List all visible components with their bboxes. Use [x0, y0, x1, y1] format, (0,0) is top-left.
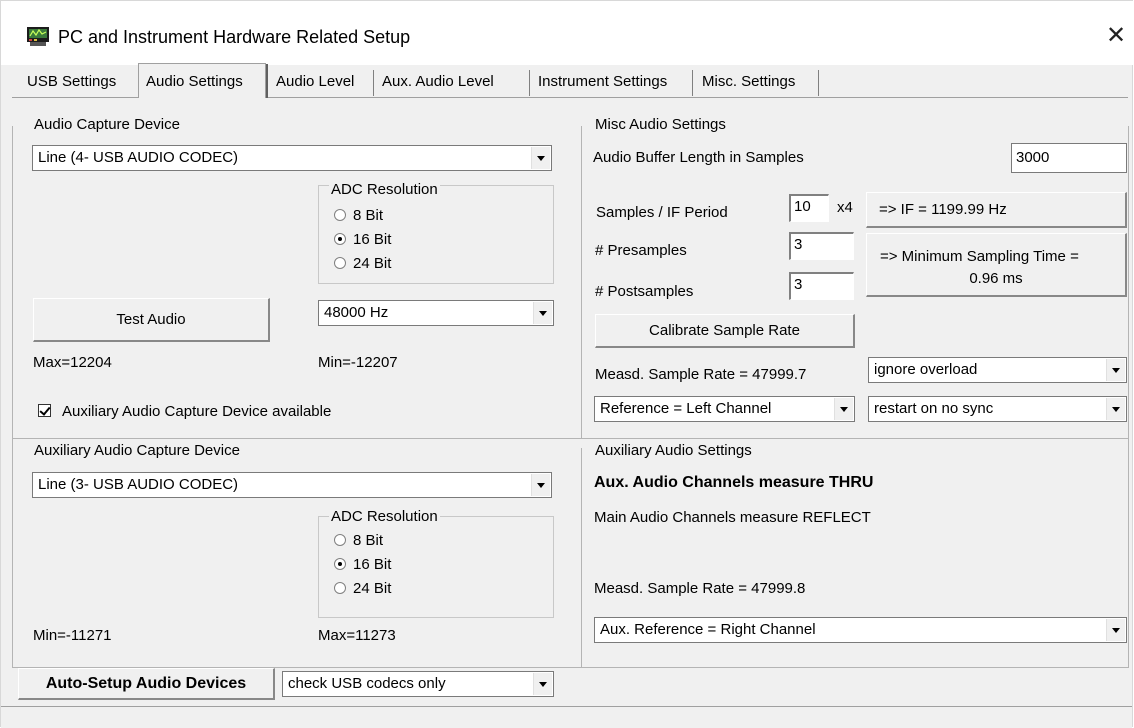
aux-max-label: Max=11273 [318, 627, 396, 644]
aux-adc-radio-24bit[interactable]: 24 Bit [334, 579, 454, 598]
min-sampling-line2: 0.96 ms [969, 270, 1023, 287]
main-reflect-note: Main Audio Channels measure REFLECT [594, 509, 871, 526]
min-sampling-line1: => Minimum Sampling Time = [880, 248, 1079, 265]
tab-audio-level[interactable]: Audio Level [276, 66, 371, 97]
radio-label: 16 Bit [353, 556, 392, 573]
chevron-down-icon[interactable] [531, 474, 550, 496]
tab-separator [818, 70, 819, 96]
sample-rate-select[interactable]: 48000 Hz [318, 300, 554, 326]
test-audio-button[interactable]: Test Audio [33, 298, 270, 342]
capture-device-select[interactable]: Line (4- USB AUDIO CODEC) [32, 145, 552, 171]
radio-label: 8 Bit [353, 532, 384, 549]
aux-thru-heading: Aux. Audio Channels measure THRU [594, 474, 874, 491]
capture-device-value: Line (4- USB AUDIO CODEC) [38, 149, 239, 166]
buffer-length-label: Audio Buffer Length in Samples [593, 149, 804, 166]
presamples-input[interactable]: 3 [789, 232, 854, 260]
measured-rate-label: Measd. Sample Rate = 47999.7 [595, 366, 807, 383]
buffer-length-input[interactable]: 3000 [1011, 143, 1127, 173]
aux-adc-radio-16bit[interactable]: 16 Bit [334, 555, 454, 574]
checkmark-icon [39, 404, 51, 416]
radio-button[interactable] [334, 582, 346, 594]
radio-button-selected[interactable] [334, 558, 346, 570]
overload-value: ignore overload [874, 361, 978, 378]
aux-capture-legend: Auxiliary Audio Capture Device [32, 442, 242, 459]
calibrate-sample-rate-button[interactable]: Calibrate Sample Rate [595, 314, 855, 348]
radio-label: 24 Bit [353, 255, 392, 272]
chevron-down-icon[interactable] [834, 398, 853, 420]
status-bar [1, 706, 1132, 728]
adc-radio-24bit[interactable]: 24 Bit [334, 254, 454, 273]
instrument-app-icon [27, 27, 49, 47]
aux-measured-rate-label: Measd. Sample Rate = 47999.8 [594, 580, 806, 597]
adc-resolution-legend: ADC Resolution [329, 181, 440, 198]
aux-min-label: Min=-11271 [33, 627, 112, 644]
aux-reference-select[interactable]: Aux. Reference = Right Channel [594, 617, 1127, 643]
chevron-down-icon[interactable] [533, 302, 552, 324]
aux-reference-value: Aux. Reference = Right Channel [600, 621, 816, 638]
window-title: PC and Instrument Hardware Related Setup [58, 27, 411, 47]
tab-misc-settings[interactable]: Misc. Settings [702, 66, 818, 97]
if-result-display: => IF = 1199.99 Hz [866, 192, 1127, 228]
tab-separator [529, 70, 530, 96]
panel-divider [12, 438, 582, 439]
aux-device-checkbox[interactable] [38, 404, 51, 417]
aux-device-value: Line (3- USB AUDIO CODEC) [38, 476, 239, 493]
tab-instrument-settings[interactable]: Instrument Settings [538, 66, 688, 97]
chevron-down-icon[interactable] [1106, 619, 1125, 641]
radio-button[interactable] [334, 534, 346, 546]
panel-divider [581, 448, 582, 667]
capture-min-label: Min=-12207 [318, 354, 398, 371]
aux-adc-resolution-legend: ADC Resolution [329, 508, 440, 525]
presamples-label: # Presamples [595, 242, 687, 259]
tab-aux-audio-level[interactable]: Aux. Audio Level [382, 66, 527, 97]
overload-select[interactable]: ignore overload [868, 357, 1127, 383]
tab-usb-settings[interactable]: USB Settings [27, 66, 133, 97]
aux-device-select[interactable]: Line (3- USB AUDIO CODEC) [32, 472, 552, 498]
adc-radio-8bit[interactable]: 8 Bit [334, 206, 454, 225]
codec-filter-select[interactable]: check USB codecs only [282, 671, 554, 697]
radio-label: 16 Bit [353, 231, 392, 248]
chevron-down-icon[interactable] [1106, 398, 1125, 420]
chevron-down-icon[interactable] [533, 673, 552, 695]
chevron-down-icon[interactable] [531, 147, 550, 169]
aux-device-checkbox-label[interactable]: Auxiliary Audio Capture Device available [62, 403, 331, 421]
radio-button[interactable] [334, 209, 346, 221]
radio-label: 8 Bit [353, 207, 384, 224]
panel-divider [1128, 126, 1129, 668]
postsamples-input[interactable]: 3 [789, 272, 854, 300]
reference-channel-value: Reference = Left Channel [600, 400, 772, 417]
audio-capture-legend: Audio Capture Device [32, 116, 182, 133]
panel-divider [12, 126, 13, 668]
radio-button[interactable] [334, 257, 346, 269]
panel-divider [581, 438, 1129, 439]
codec-filter-value: check USB codecs only [288, 675, 446, 692]
sync-value: restart on no sync [874, 400, 994, 417]
panel-divider [581, 126, 582, 438]
sample-rate-value: 48000 Hz [324, 304, 389, 321]
reference-channel-select[interactable]: Reference = Left Channel [594, 396, 855, 422]
samples-if-label: Samples / IF Period [596, 204, 728, 221]
multiplier-label: x4 [837, 199, 853, 216]
tab-separator [373, 70, 374, 96]
samples-if-input[interactable]: 10 [789, 194, 829, 222]
auto-setup-audio-button[interactable]: Auto-Setup Audio Devices [18, 668, 275, 700]
aux-settings-legend: Auxiliary Audio Settings [593, 442, 754, 459]
radio-button-selected[interactable] [334, 233, 346, 245]
misc-audio-legend: Misc Audio Settings [593, 116, 728, 133]
capture-max-label: Max=12204 [33, 354, 112, 371]
postsamples-label: # Postsamples [595, 283, 694, 300]
close-icon[interactable]: ✕ [1102, 22, 1130, 50]
chevron-down-icon[interactable] [1106, 359, 1125, 381]
radio-label: 24 Bit [353, 580, 392, 597]
tab-audio-settings[interactable]: Audio Settings [138, 63, 266, 98]
aux-adc-radio-8bit[interactable]: 8 Bit [334, 531, 454, 550]
adc-radio-16bit[interactable]: 16 Bit [334, 230, 454, 249]
tab-active-edge [266, 64, 268, 98]
tab-separator [692, 70, 693, 96]
min-sampling-display: => Minimum Sampling Time = 0.96 ms [866, 233, 1127, 297]
sync-select[interactable]: restart on no sync [868, 396, 1127, 422]
